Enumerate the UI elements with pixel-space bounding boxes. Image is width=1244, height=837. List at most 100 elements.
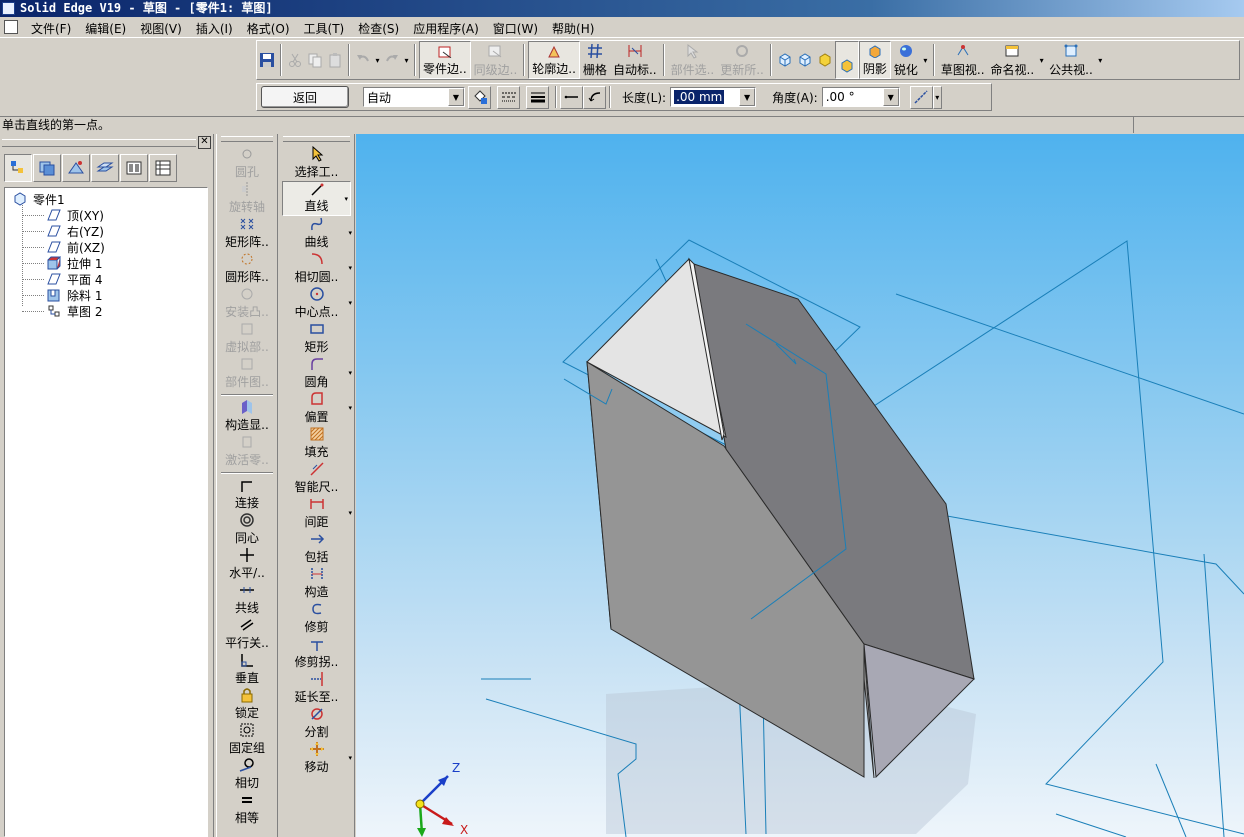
rigid-set-button[interactable]: 固定组 <box>217 722 277 757</box>
view-cube-3-button[interactable] <box>815 41 835 79</box>
concentric-button[interactable]: 同心 <box>217 512 277 547</box>
paste-button[interactable] <box>325 41 345 79</box>
more-icon[interactable]: ▾ <box>348 229 352 237</box>
horizontal-vertical-button[interactable]: 水平/.. <box>217 547 277 582</box>
arc-mode-button[interactable] <box>583 85 606 109</box>
sharpen-dropdown[interactable]: ▾ <box>921 41 930 79</box>
view-cube-2-button[interactable] <box>795 41 815 79</box>
part-edges-button[interactable]: 零件边.. <box>419 41 471 79</box>
back-button[interactable]: 返回 <box>261 86 349 108</box>
tangent-arc-button[interactable]: 相切圆.. ▾ <box>279 251 354 286</box>
tab-layers[interactable] <box>33 154 61 182</box>
graphics-viewport[interactable]: Z X <box>356 134 1244 837</box>
more-icon[interactable]: ▾ <box>348 264 352 272</box>
include-button[interactable]: 包括 <box>279 531 354 566</box>
collinear-button[interactable]: 共线 <box>217 582 277 617</box>
redo-dropdown[interactable]: ▾ <box>402 41 411 79</box>
panel-grip[interactable] <box>2 139 196 147</box>
redo-button[interactable] <box>382 41 402 79</box>
curve-button[interactable]: 曲线 ▾ <box>279 216 354 251</box>
menu-view[interactable]: 视图(V) <box>133 19 189 38</box>
line-button[interactable]: 直线 ▾ <box>282 181 351 216</box>
fillet-button[interactable]: 圆角 ▾ <box>279 356 354 391</box>
projection-line-dropdown[interactable]: ▾ <box>932 85 942 109</box>
menu-format[interactable]: 格式(O) <box>240 19 297 38</box>
bar-grip[interactable] <box>221 136 273 142</box>
mode-combo[interactable]: 自动 ▼ <box>363 87 465 107</box>
line-width-button[interactable] <box>526 85 549 109</box>
rectangular-pattern-button[interactable]: 矩形阵.. <box>217 216 277 251</box>
document-icon[interactable] <box>4 20 18 34</box>
view-cube-1-button[interactable] <box>775 41 795 79</box>
auto-dimension-button[interactable]: 自动标.. <box>610 41 660 79</box>
close-icon[interactable]: ✕ <box>198 136 211 149</box>
angle-input[interactable]: .00 ° ▼ <box>821 87 900 107</box>
offset-button[interactable]: 偏置 ▾ <box>279 391 354 426</box>
equal-button[interactable]: 相等 <box>217 792 277 827</box>
tree-item-plane-4[interactable]: 平面 4 <box>5 271 207 287</box>
menu-help[interactable]: 帮助(H) <box>545 19 601 38</box>
lock-button[interactable]: 锁定 <box>217 687 277 722</box>
connect-button[interactable]: 连接 <box>217 477 277 512</box>
line-type-button[interactable] <box>497 85 520 109</box>
menu-window[interactable]: 窗口(W) <box>486 19 545 38</box>
line-color-button[interactable] <box>468 85 491 109</box>
extend-button[interactable]: 延长至.. <box>279 671 354 706</box>
trim-button[interactable]: 修剪 <box>279 601 354 636</box>
tab-planes[interactable] <box>91 154 119 182</box>
menu-inspect[interactable]: 检查(S) <box>351 19 406 38</box>
tree-item-extrude[interactable]: 拉伸 1 <box>5 255 207 271</box>
smart-dimension-button[interactable]: 智能尺.. <box>279 461 354 496</box>
shaded-view-button[interactable] <box>834 41 859 79</box>
projection-line-button[interactable] <box>909 85 933 109</box>
more-icon[interactable]: ▾ <box>348 404 352 412</box>
tree-item-sketch[interactable]: 草图 2 <box>5 303 207 319</box>
move-button[interactable]: 移动 ▾ <box>279 741 354 776</box>
chevron-down-icon[interactable]: ▼ <box>448 88 464 106</box>
line-mode-button[interactable] <box>560 85 583 109</box>
update-all-button[interactable]: 更新所.. <box>717 41 767 79</box>
named-view-dropdown[interactable]: ▾ <box>1037 41 1046 79</box>
activate-part-button[interactable]: 激活零.. <box>217 434 277 469</box>
fill-button[interactable]: 填充 <box>279 426 354 461</box>
tab-feature-pathfinder[interactable] <box>4 154 32 182</box>
tab-sketches[interactable] <box>62 154 90 182</box>
construction-display-button[interactable]: 构造显.. <box>217 399 277 434</box>
save-button[interactable] <box>257 41 277 79</box>
menu-insert[interactable]: 插入(I) <box>189 19 240 38</box>
tree-item-right-plane[interactable]: 右(YZ) <box>5 223 207 239</box>
construction-button[interactable]: 构造 <box>279 566 354 601</box>
more-icon[interactable]: ▾ <box>348 369 352 377</box>
sketch-view-button[interactable]: 草图视.. <box>938 41 988 79</box>
menu-applications[interactable]: 应用程序(A) <box>406 19 486 38</box>
trim-corner-button[interactable]: 修剪拐.. <box>279 636 354 671</box>
rectangle-button[interactable]: 矩形 <box>279 321 354 356</box>
part-drawing-button[interactable]: 部件图.. <box>217 356 277 391</box>
grid-button[interactable]: 栅格 <box>580 41 610 79</box>
chevron-down-icon[interactable]: ▼ <box>882 88 899 106</box>
undo-button[interactable] <box>353 41 373 79</box>
center-point-circle-button[interactable]: 中心点.. ▾ <box>279 286 354 321</box>
more-icon[interactable]: ▾ <box>348 754 352 762</box>
contour-edges-button[interactable]: 轮廓边.. <box>528 41 580 79</box>
perpendicular-button[interactable]: 垂直 <box>217 652 277 687</box>
mounting-boss-button[interactable]: 安装凸.. <box>217 286 277 321</box>
named-view-button[interactable]: 命名视.. <box>988 41 1038 79</box>
revolve-axis-button[interactable]: 旋转轴 <box>217 181 277 216</box>
sharpen-button[interactable]: 锐化 <box>891 41 921 79</box>
more-icon[interactable]: ▾ <box>348 299 352 307</box>
split-button[interactable]: 分割 <box>279 706 354 741</box>
select-tool-button[interactable]: 选择工.. <box>279 146 354 181</box>
menu-file[interactable]: 文件(F) <box>24 19 78 38</box>
cut-button[interactable] <box>285 41 305 79</box>
circular-pattern-button[interactable]: 圆形阵.. <box>217 251 277 286</box>
peer-edges-button[interactable]: 同级边.. <box>471 41 521 79</box>
parallel-button[interactable]: 平行关.. <box>217 617 277 652</box>
tab-family-of-parts[interactable] <box>149 154 177 182</box>
distance-button[interactable]: 间距 ▾ <box>279 496 354 531</box>
bar-grip[interactable] <box>283 136 350 142</box>
more-icon[interactable]: ▾ <box>344 195 348 203</box>
model-canvas[interactable]: Z X <box>356 134 1244 837</box>
hole-button[interactable]: 圆孔 <box>217 146 277 181</box>
undo-dropdown[interactable]: ▾ <box>373 41 382 79</box>
